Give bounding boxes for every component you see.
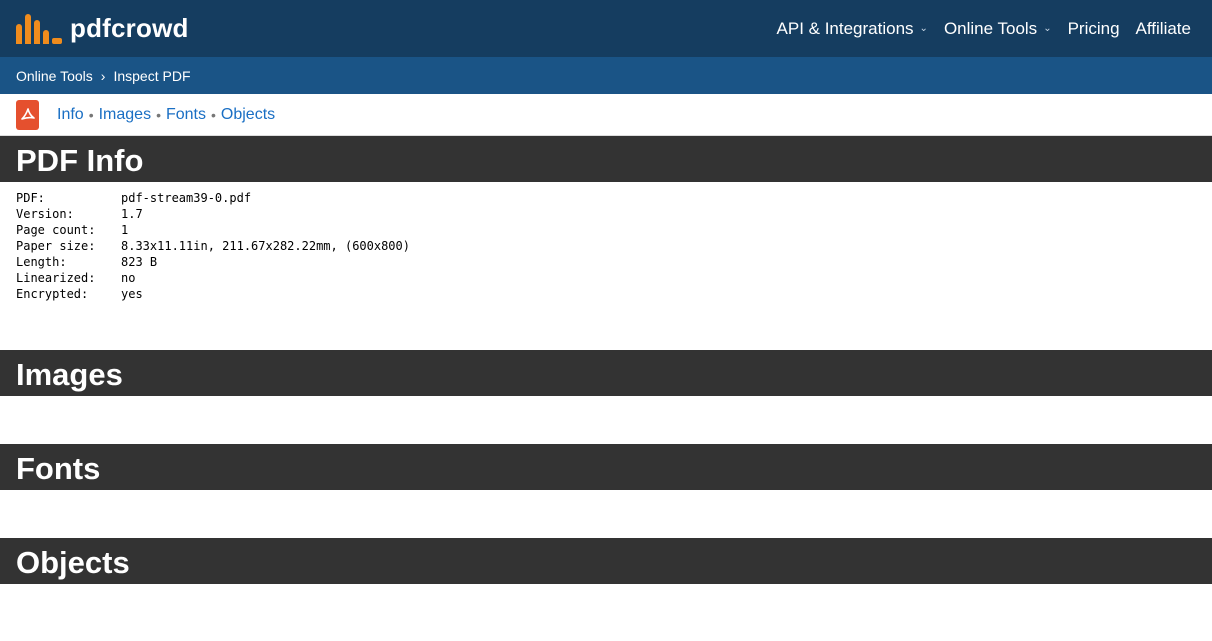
info-row: PDF: pdf-stream39-0.pdf (16, 190, 1196, 206)
pdf-info-heading: PDF Info (0, 136, 1212, 182)
images-content (0, 396, 1212, 444)
info-key: Version: (16, 207, 74, 221)
objects-heading: Objects (0, 538, 1212, 584)
link-separator: • (88, 106, 94, 123)
info-value: 1 (121, 223, 129, 237)
nav-item-affiliate[interactable]: Affiliate (1136, 19, 1191, 39)
info-row: Version: 1.7 (16, 206, 1196, 222)
objects-content (0, 584, 1212, 632)
info-key: Linearized: (16, 271, 96, 285)
info-row: Linearized: no (16, 270, 1196, 286)
images-link[interactable]: Images (99, 106, 151, 124)
chevron-down-icon: ⌄ (919, 23, 928, 34)
info-row: Page count: 1 (16, 222, 1196, 238)
info-value: 823 B (121, 255, 158, 269)
info-value: 1.7 (121, 207, 143, 221)
images-heading: Images (0, 350, 1212, 396)
top-navigation-bar: pdfcrowd API & Integrations ⌄ Online Too… (0, 0, 1212, 57)
info-row: Length: 823 B (16, 254, 1196, 270)
link-separator: • (210, 106, 216, 123)
nav-item-pricing[interactable]: Pricing (1068, 19, 1120, 39)
link-separator: • (156, 106, 161, 123)
info-link[interactable]: Info (57, 106, 84, 124)
main-menu: API & Integrations ⌄ Online Tools ⌄ Pric… (777, 19, 1191, 39)
info-row: Encrypted: yes (16, 286, 1196, 302)
nav-item-label: Online Tools (943, 18, 1038, 38)
info-key: Encrypted: (16, 287, 89, 301)
info-value: 8.33x11.11in, 211.67x282.22mm, (600x800) (121, 239, 410, 253)
info-key: Paper size: (16, 239, 96, 253)
breadcrumb-online-tools-link[interactable]: Online Tools (16, 68, 93, 84)
info-value: pdf-stream39-0.pdf (121, 191, 252, 205)
chevron-down-icon: ⌄ (1043, 23, 1052, 34)
brand-name: pdfcrowd (70, 13, 189, 43)
breadcrumb-separator: › (100, 67, 106, 84)
logo-bars-icon (16, 13, 62, 44)
objects-link[interactable]: Objects (221, 106, 275, 124)
info-key: Length: (16, 255, 67, 269)
nav-item-label: Pricing (1067, 18, 1120, 38)
info-value: yes (121, 287, 143, 301)
info-key: Page count: (16, 223, 96, 237)
fonts-link[interactable]: Fonts (166, 106, 206, 124)
pdfcrowd-logo[interactable]: pdfcrowd (16, 13, 189, 44)
pdf-file-icon (16, 99, 39, 130)
fonts-heading: Fonts (0, 444, 1212, 490)
nav-item-online-tools[interactable]: Online Tools ⌄ (944, 19, 1052, 39)
info-key: PDF: (16, 191, 45, 205)
nav-item-api-integrations[interactable]: API & Integrations ⌄ (777, 19, 928, 39)
breadcrumb-current-page: Inspect PDF (113, 67, 191, 84)
nav-item-label: API & Integrations (776, 18, 914, 38)
pdf-info-table: PDF: pdf-stream39-0.pdf Version: 1.7 Pag… (0, 182, 1212, 350)
fonts-content (0, 490, 1212, 538)
section-links-toolbar: Info • Images • Fonts • Objects (0, 94, 1212, 136)
info-value: no (121, 271, 136, 285)
nav-item-label: Affiliate (1135, 18, 1191, 38)
info-row: Paper size: 8.33x11.11in, 211.67x282.22m… (16, 238, 1196, 254)
breadcrumb: Online Tools › Inspect PDF (0, 57, 1212, 94)
